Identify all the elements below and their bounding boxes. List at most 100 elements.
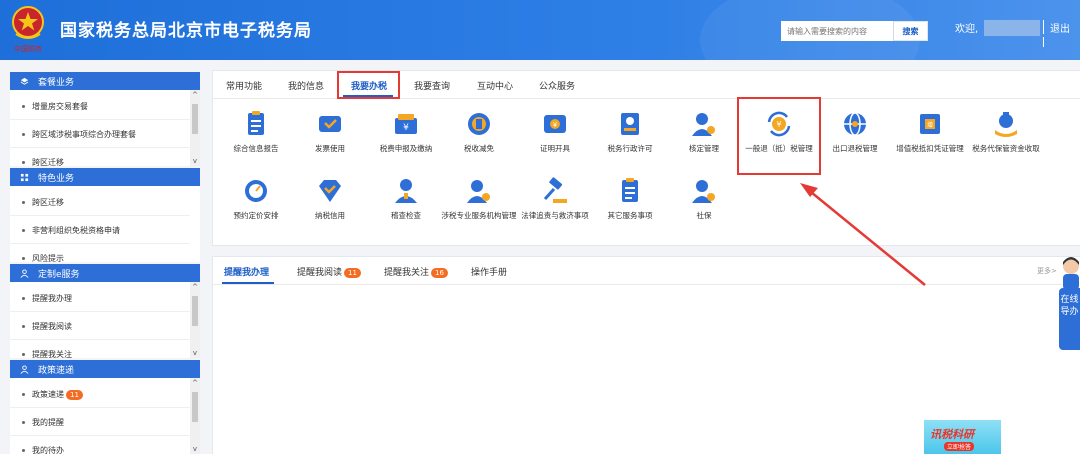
sidebar-list: 增量房交易套餐 跨区域涉税事项综合办理套餐 跨区迁移 ^ v — [10, 90, 200, 166]
count-badge: 11 — [66, 389, 83, 400]
scrollbar[interactable]: ^ v — [190, 378, 200, 454]
service-item[interactable]: 发票使用 — [292, 110, 368, 166]
permit-icon — [621, 113, 639, 135]
sidebar-item[interactable]: 提醒我阅读 — [10, 314, 190, 340]
banner-title: 讯税科研 — [930, 428, 974, 441]
sidebar-list: 提醒我办理 提醒我阅读 提醒我关注 ^ v — [10, 282, 200, 358]
tax-emblem-logo: 中国税务 — [12, 6, 44, 53]
service-item[interactable]: 出口退税管理 — [817, 110, 893, 166]
service-item[interactable]: 其它服务事项 — [592, 177, 668, 233]
sidebar-item[interactable]: 非营利组织免税资格申请 — [10, 218, 190, 244]
service-item[interactable]: 税务行政许可 — [592, 110, 668, 166]
tab-query[interactable]: 我要查询 — [414, 79, 450, 92]
svg-text:¥: ¥ — [553, 121, 558, 129]
scroll-down-icon[interactable]: v — [190, 348, 200, 358]
tab-remind-handle[interactable]: 提醒我办理 — [224, 265, 269, 278]
sidebar-item[interactable]: 风险提示 — [10, 246, 190, 262]
scrollbar[interactable]: ^ v — [190, 90, 200, 166]
inspector-icon — [395, 179, 417, 203]
money-bag-icon — [995, 112, 1017, 137]
sidebar-section-policy[interactable]: 政策速递 — [10, 360, 200, 378]
service-item[interactable]: 法律追责与救济事项 — [517, 177, 593, 233]
user-name-redacted — [984, 20, 1040, 36]
sidebar-item[interactable]: 我的待办 — [10, 438, 190, 454]
service-item[interactable]: 涉税专业服务机构管理 — [441, 177, 517, 233]
sidebar-section-featured[interactable]: 特色业务 — [10, 168, 200, 186]
sidebar-section-title: 套餐业务 — [38, 77, 75, 88]
report-icon — [248, 111, 264, 135]
scroll-thumb[interactable] — [192, 296, 198, 326]
user-gear-icon — [692, 180, 715, 203]
tab-my-info[interactable]: 我的信息 — [288, 79, 324, 92]
logout-link[interactable]: 退出 — [1050, 20, 1070, 35]
scroll-thumb[interactable] — [192, 104, 198, 134]
banner-button[interactable]: 立即抢答 — [944, 442, 975, 451]
highlight-box — [337, 71, 400, 99]
clipboard-icon — [622, 178, 638, 202]
scroll-down-icon[interactable]: v — [190, 444, 200, 454]
count-badge: 11 — [344, 268, 361, 278]
user-icon — [20, 268, 29, 278]
scrollbar[interactable]: ^ v — [190, 282, 200, 358]
sidebar-item[interactable]: 提醒我关注 — [10, 342, 190, 358]
service-item[interactable]: 稽查检查 — [368, 177, 444, 233]
service-item[interactable]: 核定管理 — [666, 110, 742, 166]
tab-remind-follow[interactable]: 提醒我关注 16 — [384, 265, 448, 278]
scroll-up-icon[interactable]: ^ — [190, 90, 200, 100]
scroll-up-icon[interactable]: ^ — [190, 378, 200, 388]
sidebar-item[interactable]: 跨区域涉税事项综合办理套餐 — [10, 122, 190, 148]
certificate-icon: ¥ — [544, 115, 566, 133]
scroll-up-icon[interactable]: ^ — [190, 282, 200, 292]
sidebar-section-package[interactable]: 套餐业务 — [10, 72, 200, 90]
user-gear-icon — [692, 113, 715, 136]
assistant-avatar-icon[interactable] — [1060, 256, 1080, 290]
service-item[interactable]: 增 增值税抵扣凭证管理 — [892, 110, 968, 166]
sidebar-item[interactable]: 增量房交易套餐 — [10, 94, 190, 120]
sidebar-item[interactable]: 提醒我办理 — [10, 286, 190, 312]
diamond-icon — [319, 180, 341, 202]
promo-banner[interactable]: 讯税科研 立即抢答 — [924, 420, 1001, 454]
sidebar-section-title: 定制e服务 — [38, 269, 80, 280]
count-badge: 16 — [431, 268, 448, 278]
service-item[interactable]: 纳税信用 — [292, 177, 368, 233]
svg-text:增: 增 — [927, 121, 933, 129]
gauge-icon — [245, 180, 267, 202]
tax-payment-icon: ¥ — [395, 114, 417, 134]
sidebar-item[interactable]: 跨区迁移 — [10, 150, 190, 166]
sidebar-section-title: 政策速递 — [38, 365, 75, 376]
service-item[interactable]: 预约定价安排 — [218, 177, 294, 233]
sidebar-item[interactable]: 跨区迁移 — [10, 190, 190, 216]
main-tabs: 常用功能 我的信息 我要办税 我要查询 互动中心 公众服务 — [213, 71, 1080, 99]
tab-common[interactable]: 常用功能 — [226, 79, 262, 92]
sidebar-section-title: 特色业务 — [38, 173, 75, 184]
scroll-down-icon[interactable]: v — [190, 156, 200, 166]
tax-reduction-icon — [468, 113, 490, 135]
service-item[interactable]: 税收减免 — [441, 110, 517, 166]
service-item[interactable]: 社保 — [666, 177, 742, 233]
site-title: 国家税务总局北京市电子税务局 — [60, 21, 312, 41]
grid-icon — [20, 173, 29, 181]
scroll-thumb[interactable] — [192, 392, 198, 422]
sidebar-item[interactable]: 我的提醒 — [10, 410, 190, 436]
service-item[interactable]: 税务代保管资金收取 — [968, 110, 1044, 166]
globe-icon — [844, 112, 866, 136]
gavel-icon — [543, 177, 567, 203]
welcome-text: 欢迎, — [955, 24, 979, 35]
search-input[interactable] — [781, 21, 893, 41]
header: 中国税务 国家税务总局北京市电子税务局 搜索 欢迎, 退出 — [0, 0, 1080, 60]
tab-manual[interactable]: 操作手册 — [471, 265, 507, 278]
search-button[interactable]: 搜索 — [893, 21, 928, 41]
divider — [1043, 20, 1044, 34]
service-item[interactable]: 综合信息报告 — [218, 110, 294, 166]
divider — [1043, 37, 1044, 47]
online-guide-tab[interactable]: 在线导办 — [1059, 288, 1080, 350]
sidebar-section-custom[interactable]: 定制e服务 — [10, 264, 200, 282]
tab-public-service[interactable]: 公众服务 — [539, 79, 575, 92]
tab-interaction[interactable]: 互动中心 — [477, 79, 513, 92]
tab-remind-read[interactable]: 提醒我阅读 11 — [297, 265, 361, 278]
more-link[interactable]: 更多> — [1037, 266, 1057, 276]
service-item[interactable]: ¥ 税费申报及缴纳 — [368, 110, 444, 166]
sidebar-item[interactable]: 政策速递 11 — [10, 382, 190, 408]
vat-voucher-icon: 增 — [920, 114, 940, 134]
service-item[interactable]: ¥ 证明开具 — [517, 110, 593, 166]
